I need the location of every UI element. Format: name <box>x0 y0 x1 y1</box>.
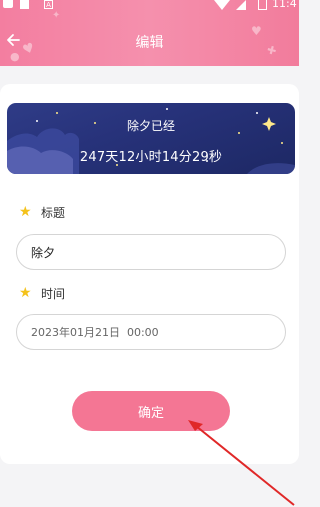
signal-icon <box>236 0 246 10</box>
countdown-text: 247天12小时14分29秒 <box>79 150 223 165</box>
time-label-row: ★ 时间 <box>19 284 65 302</box>
banner-caption: 除夕已经 <box>126 119 175 133</box>
star-icon: ★ <box>19 285 32 301</box>
battery-icon <box>258 0 267 10</box>
time-label: 时间 <box>41 286 66 301</box>
page-title: 编辑 <box>135 35 164 51</box>
title-label-row: ★ 标题 <box>19 203 65 221</box>
confirm-button[interactable]: 确定 <box>72 391 230 431</box>
header-bar: A 11:4 ♥ ✦ ● ♥ ✚ 编辑 <box>0 0 299 66</box>
notification-icon <box>3 0 13 8</box>
wifi-icon <box>214 0 230 10</box>
status-time: 11:4 <box>272 0 297 10</box>
title-input-value: 除夕 <box>31 245 56 260</box>
notification-icon-square <box>20 0 29 9</box>
star-icon: ★ <box>19 204 32 220</box>
time-picker-field[interactable]: 2023年01月21日 00:00 <box>16 314 286 350</box>
decor-star-icon: ✦ <box>52 10 61 21</box>
title-label: 标题 <box>41 205 66 220</box>
status-bar: A 11:4 <box>0 0 299 14</box>
confirm-button-label: 确定 <box>137 405 164 421</box>
notification-icon-a: A <box>44 0 53 9</box>
title-input[interactable]: 除夕 <box>16 234 286 270</box>
countdown-banner: 除夕已经 247天12小时14分29秒 <box>7 103 295 174</box>
time-field-value: 2023年01月21日 00:00 <box>31 326 159 339</box>
